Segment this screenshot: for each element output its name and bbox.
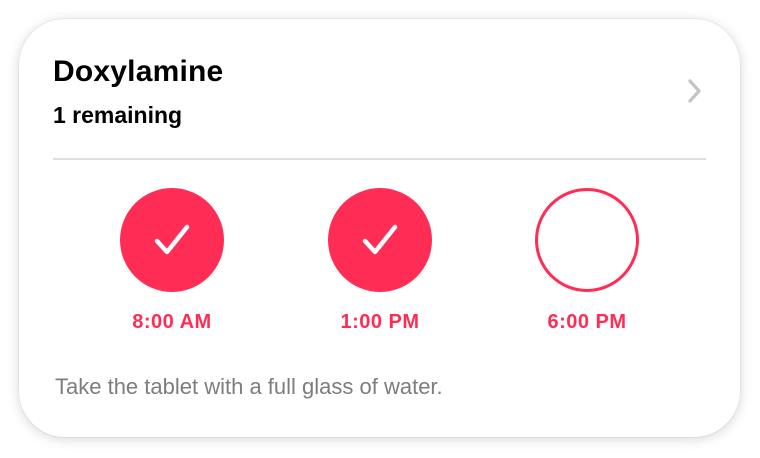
dose-8am[interactable]: 8:00 AM — [97, 186, 247, 336]
divider — [53, 158, 706, 160]
instructions-text: Take the tablet with a full glass of wat… — [55, 374, 443, 399]
dose-time: 1:00 PM — [340, 311, 420, 333]
remaining-count: 1 remaining — [53, 102, 183, 128]
dose-1pm[interactable]: 1:00 PM — [305, 186, 455, 336]
dose-6pm[interactable]: 6:00 PM — [512, 186, 662, 336]
dose-taken-indicator[interactable] — [120, 188, 224, 292]
checkmark-icon — [154, 224, 190, 255]
dose-taken-indicator[interactable] — [328, 188, 432, 292]
checkmark-icon — [362, 224, 398, 255]
chevron-right-icon[interactable] — [682, 77, 706, 105]
dose-pending-indicator[interactable] — [535, 188, 639, 292]
dose-time: 8:00 AM — [132, 311, 212, 333]
medication-name: Doxylamine — [53, 55, 224, 88]
medication-card: Doxylamine 1 remaining 8:00 AM 1:00 PM 6… — [19, 19, 740, 437]
dose-time: 6:00 PM — [547, 311, 627, 333]
medication-header[interactable]: Doxylamine 1 remaining — [53, 55, 706, 135]
